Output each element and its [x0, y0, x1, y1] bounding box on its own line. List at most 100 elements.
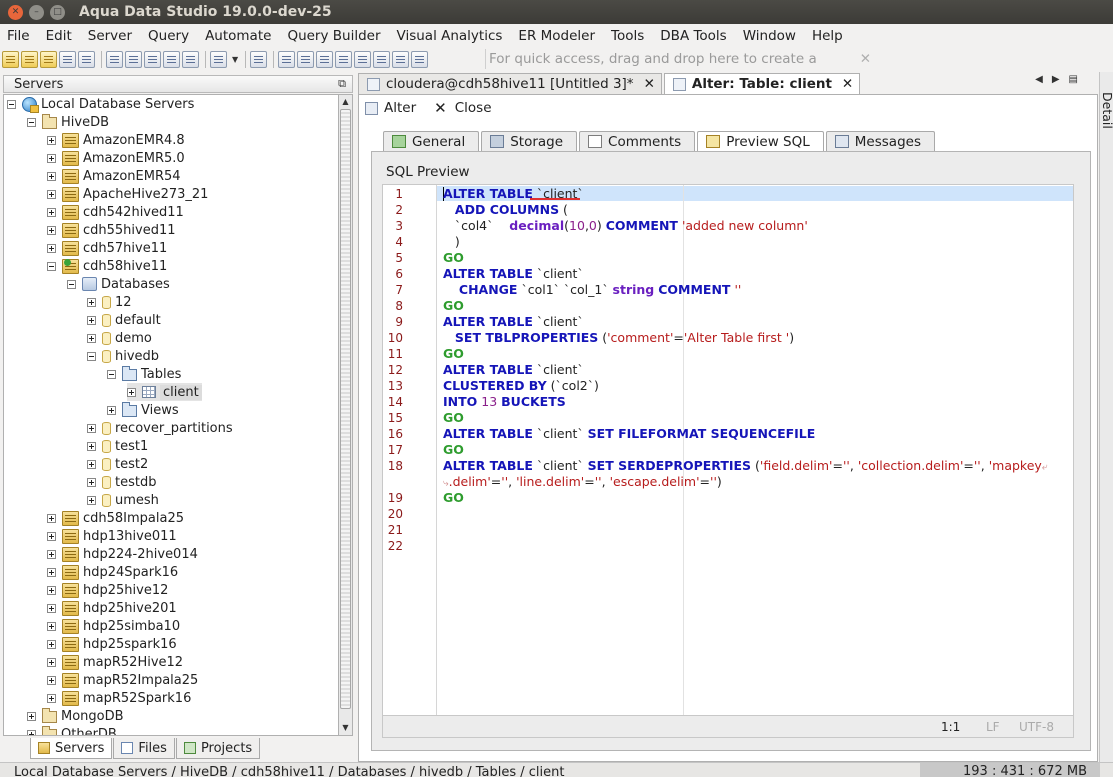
- tab-next-icon[interactable]: ▶: [1052, 74, 1060, 85]
- menu-tools[interactable]: Tools: [603, 28, 652, 44]
- panel-tab-projects[interactable]: Projects: [175, 738, 261, 759]
- cascade-window-icon[interactable]: [373, 50, 391, 68]
- expand-icon[interactable]: [47, 657, 56, 667]
- er-modeler-icon[interactable]: [144, 50, 161, 68]
- close-icon[interactable]: ✕: [434, 99, 447, 117]
- window-minimize-icon[interactable]: –: [29, 4, 44, 20]
- code-line[interactable]: ALTER TABLE `client` SET SERDEPROPERTIES…: [443, 458, 1047, 474]
- tree-scrollbar[interactable]: ▲ ▼: [339, 94, 353, 736]
- tree-item[interactable]: mapR52Impala25: [47, 671, 198, 689]
- tile-window-icon[interactable]: [335, 50, 353, 68]
- tab-preview-sql[interactable]: Preview SQL: [697, 131, 824, 151]
- open-file-icon[interactable]: [210, 50, 227, 68]
- detail-side-strip[interactable]: [1099, 72, 1113, 762]
- code-line[interactable]: CLUSTERED BY (`col2`): [443, 378, 599, 394]
- panel-tab-files[interactable]: Files: [113, 738, 175, 759]
- menu-file[interactable]: File: [0, 28, 38, 44]
- detail-side-label[interactable]: Detail: [1099, 92, 1113, 129]
- code-line[interactable]: `col4` decimal(10,0) COMMENT 'added new …: [443, 218, 808, 234]
- code-line[interactable]: ALTER TABLE `client`: [443, 314, 584, 330]
- code-line[interactable]: SET TBLPROPERTIES ('comment'='Alter Tabl…: [443, 330, 794, 346]
- document-tab[interactable]: cloudera@cdh58hive11 [Untitled 3]* ✕: [358, 73, 662, 94]
- table-data-icon[interactable]: [354, 50, 372, 68]
- close-icon[interactable]: ✕: [860, 49, 871, 69]
- expand-icon[interactable]: [47, 135, 56, 145]
- schema-script-icon[interactable]: [182, 50, 199, 68]
- expand-icon[interactable]: [47, 153, 56, 163]
- expand-icon[interactable]: [27, 729, 36, 735]
- expand-icon[interactable]: [87, 315, 96, 325]
- alter-button[interactable]: Alter: [384, 100, 416, 116]
- code-line[interactable]: GO: [443, 346, 464, 362]
- expand-icon[interactable]: [47, 189, 56, 199]
- tree-item[interactable]: Views: [107, 401, 179, 419]
- tree-item[interactable]: default: [87, 311, 161, 329]
- tab-messages[interactable]: Messages: [825, 131, 935, 151]
- code-line[interactable]: ALTER TABLE `client`: [443, 266, 584, 282]
- expand-icon[interactable]: [47, 225, 56, 235]
- tree-item[interactable]: client: [127, 383, 202, 401]
- code-line[interactable]: GO: [443, 410, 464, 426]
- tree-item[interactable]: Tables: [107, 365, 181, 383]
- tree-item[interactable]: ApacheHive273_21: [47, 185, 208, 203]
- window-maximize-icon[interactable]: □: [50, 4, 65, 20]
- panel-icon[interactable]: [411, 50, 429, 68]
- tree-item[interactable]: OtherDB: [27, 725, 117, 735]
- expand-icon[interactable]: [127, 387, 136, 397]
- code-line[interactable]: CHANGE `col1` `col_1` string COMMENT '': [443, 282, 741, 298]
- tree-item[interactable]: 12: [87, 293, 132, 311]
- tree-item[interactable]: hdp224-2hive014: [47, 545, 198, 563]
- expand-icon[interactable]: [27, 711, 36, 721]
- tree-item[interactable]: testdb: [87, 473, 156, 491]
- expand-icon[interactable]: [87, 333, 96, 343]
- menu-query-builder[interactable]: Query Builder: [279, 28, 388, 44]
- expand-icon[interactable]: [47, 513, 56, 523]
- close-button[interactable]: Close: [455, 100, 492, 116]
- expand-icon[interactable]: [47, 693, 56, 703]
- window-close-icon[interactable]: ✕: [8, 4, 23, 20]
- tree-item[interactable]: hdp13hive011: [47, 527, 177, 545]
- tab-list-icon[interactable]: ▤: [1069, 74, 1078, 85]
- tree-item[interactable]: AmazonEMR54: [47, 167, 181, 185]
- code-line[interactable]: GO: [443, 442, 464, 458]
- new-server-icon[interactable]: [2, 50, 19, 68]
- menu-er-modeler[interactable]: ER Modeler: [510, 28, 603, 44]
- expand-icon[interactable]: [47, 567, 56, 577]
- restore-panel-icon[interactable]: ⧉: [338, 77, 346, 91]
- connect-icon[interactable]: [40, 50, 57, 68]
- window-layout-2-icon[interactable]: [316, 50, 334, 68]
- tree-item[interactable]: MongoDB: [27, 707, 124, 725]
- expand-icon[interactable]: [47, 207, 56, 217]
- tree-item[interactable]: AmazonEMR4.8: [47, 131, 185, 149]
- expand-icon[interactable]: [47, 675, 56, 685]
- tree-item[interactable]: test1: [87, 437, 148, 455]
- tree-item[interactable]: HiveDB: [27, 113, 109, 131]
- tree-item[interactable]: hdp25hive12: [47, 581, 168, 599]
- code-line[interactable]: GO: [443, 490, 464, 506]
- code-line[interactable]: INTO 13 BUCKETS: [443, 394, 566, 410]
- code-line[interactable]: ⤷.delim'='', 'line.delim'='', 'escape.de…: [443, 474, 722, 490]
- code-line[interactable]: ADD COLUMNS (: [443, 202, 568, 218]
- tree-item[interactable]: test2: [87, 455, 148, 473]
- tree-item[interactable]: Databases: [67, 275, 170, 293]
- tree-item[interactable]: cdh542hived11: [47, 203, 184, 221]
- expand-icon[interactable]: [47, 585, 56, 595]
- collapse-icon[interactable]: [107, 369, 116, 379]
- compare-icon[interactable]: [163, 50, 180, 68]
- collapse-icon[interactable]: [67, 279, 76, 289]
- expand-icon[interactable]: [87, 423, 96, 433]
- document-tab[interactable]: Alter: Table: client ✕: [663, 73, 861, 94]
- tree-item[interactable]: hivedb: [87, 347, 159, 365]
- quick-access-bar[interactable]: For quick access, drag and drop here to …: [485, 49, 875, 87]
- tree-item[interactable]: AmazonEMR5.0: [47, 149, 185, 167]
- code-line[interactable]: ALTER TABLE `client` SET FILEFORMAT SEQU…: [443, 426, 815, 442]
- tree-item[interactable]: hdp25hive201: [47, 599, 177, 617]
- collapse-icon[interactable]: [87, 351, 96, 361]
- grid-view-icon[interactable]: [278, 50, 296, 68]
- expand-icon[interactable]: [47, 531, 56, 541]
- panel-tab-servers[interactable]: Servers: [30, 738, 113, 759]
- memory-usage[interactable]: 193 : 431 : 672 MB: [920, 763, 1100, 777]
- menu-query[interactable]: Query: [140, 28, 197, 44]
- tree-item[interactable]: recover_partitions: [87, 419, 233, 437]
- tree-item[interactable]: mapR52Spark16: [47, 689, 191, 707]
